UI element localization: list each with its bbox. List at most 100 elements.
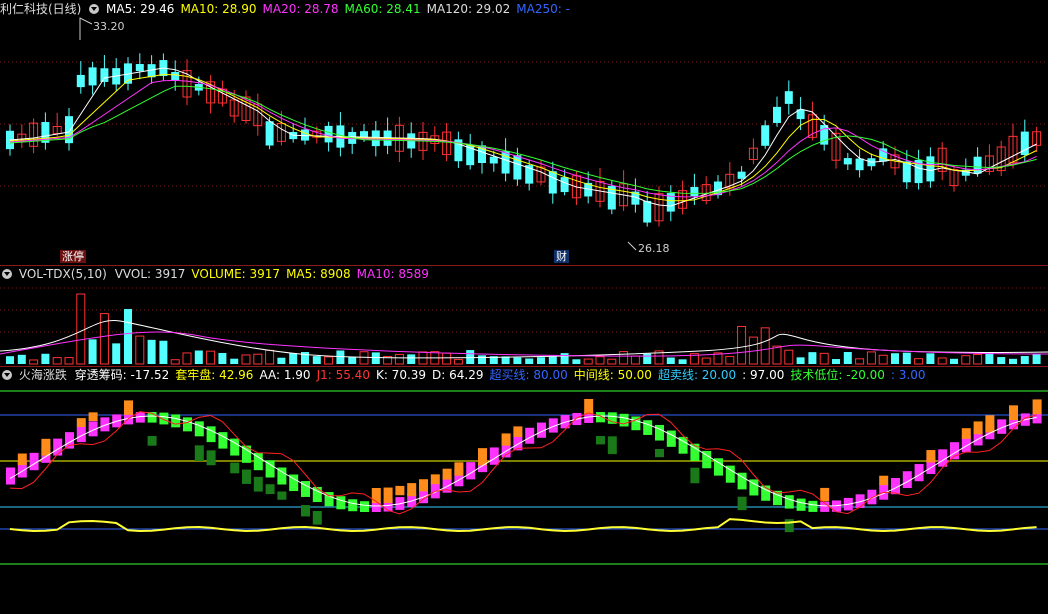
volume-bar-down [537, 357, 545, 364]
volume-bar-down [371, 352, 380, 364]
volume-bar-down [548, 356, 557, 364]
volume-bar-down [289, 353, 298, 364]
candlestick-chart[interactable] [0, 0, 1048, 265]
limit-up-tag[interactable]: 涨停 [60, 250, 86, 263]
ma-legend-item: MA120: 29.02 [426, 2, 511, 16]
volume-bar-up [878, 354, 888, 365]
vol-legend-item: VVOL: 3917 [114, 267, 186, 281]
candle-body-down [560, 177, 569, 193]
trend-block [41, 438, 51, 456]
trend-block [655, 448, 664, 458]
trend-block [407, 483, 417, 497]
volume-bar-up [265, 349, 275, 365]
volume-bar-down [843, 352, 852, 364]
volume-bar-down [230, 358, 239, 364]
oscillator-bar [360, 501, 369, 512]
trend-block [253, 476, 263, 492]
price-panel[interactable]: 利仁科技(日线) MA5: 29.46 MA10: 28.90 MA20: 28.7… [0, 0, 1048, 265]
trend-block [961, 428, 971, 439]
settings-circle-icon[interactable] [2, 370, 12, 380]
ind-legend-item: K: 70.39 [375, 368, 427, 382]
ind-legend-item: J1: 55.40 [316, 368, 370, 382]
oscillator-bar [655, 424, 664, 441]
candle-body-down [324, 125, 333, 143]
vol-legend-item: VOLUME: 3917 [191, 267, 281, 281]
volume-bar-down [466, 350, 475, 364]
candle-body-down [643, 200, 652, 223]
indicator-legend: 穿透筹码: -17.52 套牢盘: 42.96 AA: 1.90 J1: 55.40 K… [75, 368, 932, 382]
ma-line [9, 67, 1037, 207]
volume-bar-up [324, 356, 334, 365]
price-header: 利仁科技(日线) MA5: 29.46 MA10: 28.90 MA20: 28.7… [0, 1, 582, 17]
trend-block [690, 467, 700, 484]
settings-circle-icon[interactable] [89, 4, 100, 14]
volume-bar-up [784, 349, 794, 365]
volume-bar-up [619, 351, 629, 365]
trend-block [442, 468, 452, 480]
trend-block [454, 462, 464, 476]
oscillator-bar [808, 500, 818, 512]
volume-bar-down [194, 350, 203, 364]
trend-block [371, 487, 381, 504]
volume-legend: VVOL: 3917 VOLUME: 3917 MA5: 8908 MA10: 858… [115, 267, 435, 281]
trend-block [301, 505, 310, 517]
volume-bar-down [112, 343, 121, 364]
volume-bar-down [902, 352, 911, 364]
volume-panel[interactable]: VOL-TDX(5,10) VVOL: 3917 VOLUME: 3917 MA5:… [0, 266, 1048, 366]
trend-block [430, 474, 440, 485]
volume-bar-up [76, 293, 86, 365]
volume-bar-up [607, 358, 617, 365]
trend-block [419, 479, 428, 492]
volume-bar-up [241, 354, 251, 365]
volume-bar-up [760, 327, 770, 365]
indicator-title: 火海涨跌 [18, 368, 67, 382]
ind-legend-item: : 97.00 [742, 368, 785, 382]
vol-ma5-line [0, 319, 1048, 359]
volume-bar-up [819, 352, 829, 365]
candle-body-down [973, 156, 982, 174]
volume-bar-down [643, 353, 652, 364]
volume-bar-up [182, 352, 192, 365]
ma-legend-item: MA250: - [516, 2, 570, 16]
ind-legend-item: : 3.00 [890, 368, 926, 382]
ma-legend-item: MA10: 28.90 [180, 2, 257, 16]
oscillator-bar [171, 414, 181, 428]
candles [6, 53, 1042, 227]
candle-body-down [843, 158, 852, 165]
trend-block [478, 448, 487, 466]
ind-legend-item: D: 64.29 [432, 368, 484, 382]
candle-body-down [690, 186, 699, 197]
volume-bar-down [41, 353, 50, 364]
trend-block [607, 436, 617, 455]
candle-body-down [265, 121, 274, 146]
settings-circle-icon[interactable] [2, 269, 12, 279]
volume-bar-down [832, 359, 840, 364]
candle-body-down [100, 68, 109, 82]
ma-line [9, 73, 1037, 202]
ma-legend: MA5: 29.46 MA10: 28.90 MA20: 28.78 MA60: 28… [106, 2, 576, 16]
finance-tag[interactable]: 财 [554, 250, 569, 263]
volume-bar-down [407, 354, 416, 364]
high-marker [79, 17, 93, 40]
trend-block [513, 426, 523, 437]
candle-body-down [737, 171, 746, 179]
volume-bar-down [17, 354, 26, 364]
oscillator-bar [336, 496, 346, 510]
ind-legend-item: 超卖线: 20.00 [657, 368, 737, 382]
ma-legend-item: MA5: 29.46 [106, 2, 175, 16]
trend-block [265, 484, 275, 495]
indicator-chart[interactable] [0, 367, 1048, 614]
trend-block [820, 487, 830, 502]
volume-bar-down [277, 357, 286, 364]
vol-legend-item: MA5: 8908 [286, 267, 351, 281]
volume-bar-down [525, 358, 534, 364]
trend-block [383, 487, 393, 503]
indicator-panel[interactable]: 火海涨跌 穿透筹码: -17.52 套牢盘: 42.96 AA: 1.90 J1: 5… [0, 367, 1048, 614]
ma-legend-item: MA20: 28.78 [262, 2, 339, 16]
volume-bar-down [6, 356, 14, 364]
ind-legend-item: AA: 1.90 [259, 368, 311, 382]
trend-block [879, 475, 889, 486]
candle-body-down [926, 156, 935, 182]
volume-bar-down [1020, 356, 1029, 364]
ma-legend-item: MA60: 28.41 [344, 2, 421, 16]
